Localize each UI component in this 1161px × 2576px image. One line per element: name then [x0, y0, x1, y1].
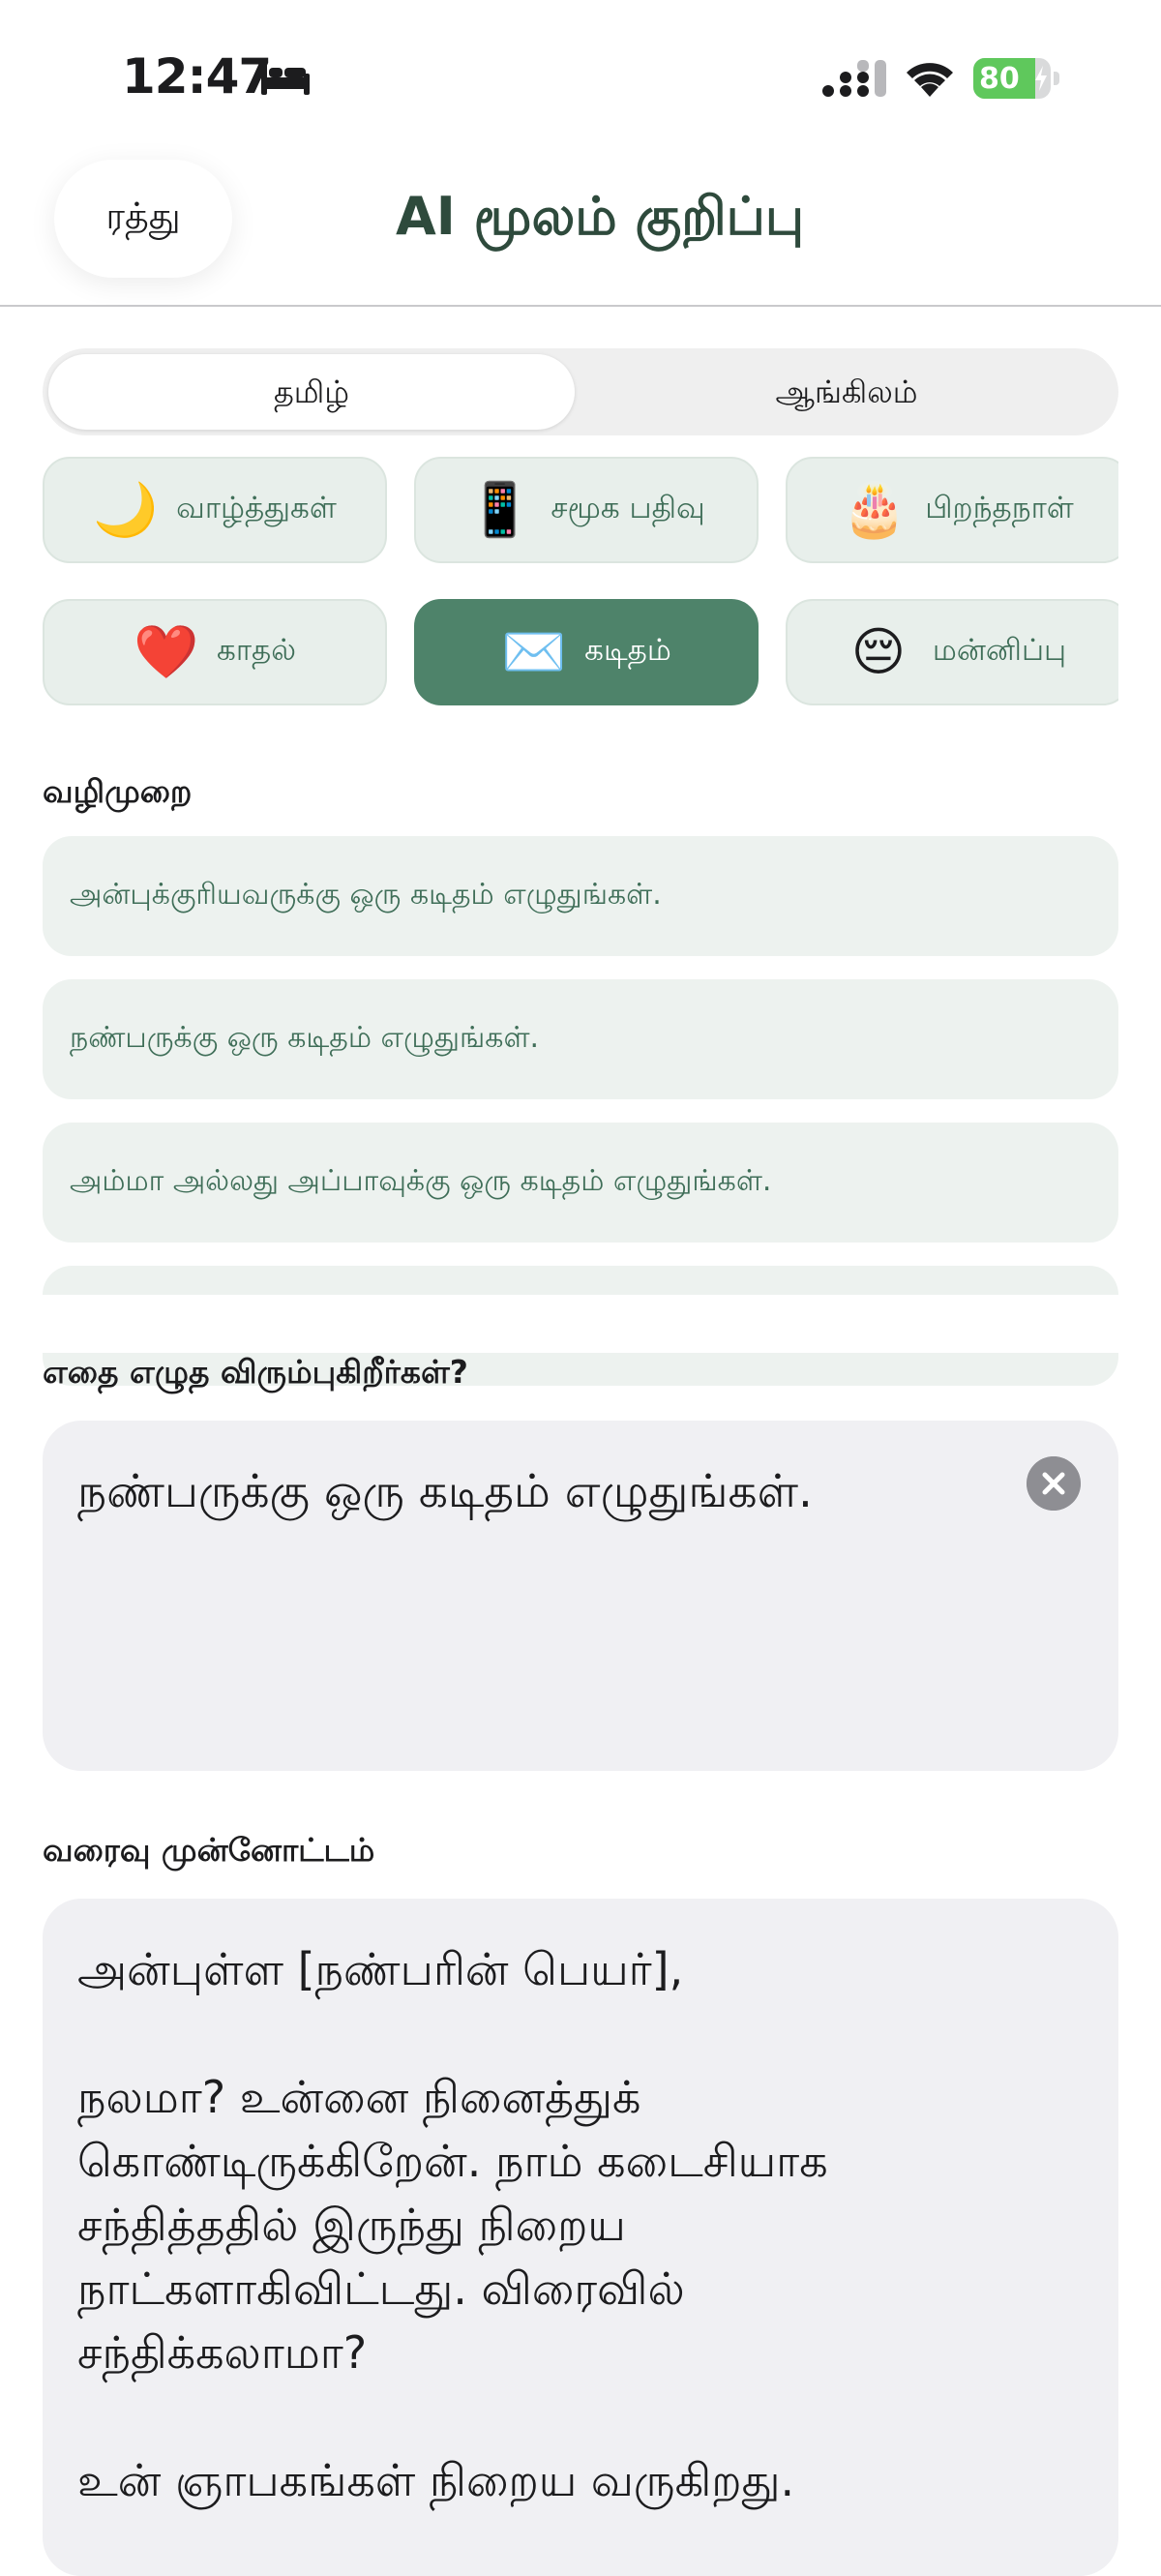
chip-label: காதல்: [217, 633, 296, 668]
preview-greeting: அன்புள்ள [நண்பரின் பெயர்],: [77, 1943, 684, 1995]
suggestion-item[interactable]: அன்புக்குரியவருக்கு ஒரு கடிதம் எழுதுங்கள…: [43, 836, 1118, 956]
draft-preview: அன்புள்ள [நண்பரின் பெயர்], நலமா? உன்னை ந…: [43, 1899, 1118, 2576]
chip-love[interactable]: ❤️ காதல்: [43, 599, 387, 705]
heart-icon: ❤️: [134, 621, 199, 682]
language-segmented-control: தமிழ் ஆங்கிலம்: [43, 348, 1118, 435]
bed-icon: [261, 62, 310, 95]
signal-icon: [822, 60, 886, 97]
preview-heading: வரைவு முன்னோட்டம்: [43, 1831, 375, 1869]
page-title: AI மூலம் குறிப்பு: [395, 186, 805, 247]
guide-heading: வழிமுறை: [43, 772, 193, 810]
battery-level: 80: [979, 62, 1020, 96]
scroll-clip: [0, 1295, 1161, 1353]
category-chips: 🌙 வாழ்த்துகள் 📱 சமூக பதிவு 🎂 பிறந்தநாள் …: [43, 457, 1118, 710]
pensive-face-icon: 😔: [850, 621, 907, 682]
preview-line: சந்திக்கலாமா?: [77, 2326, 368, 2379]
chip-social-post[interactable]: 📱 சமூக பதிவு: [414, 457, 759, 563]
preview-line: உன் ஞாபகங்கள் நிறைய வருகிறது.: [77, 2454, 795, 2506]
preview-line: நாட்களாகிவிட்டது. விரைவில்: [77, 2262, 685, 2315]
chip-label: சமூக பதிவு: [551, 491, 705, 525]
prompt-heading: எதை எழுத விரும்புகிறீர்கள்?: [43, 1353, 468, 1391]
charging-bolt-icon: [1035, 66, 1047, 91]
status-time: 12:47: [122, 48, 272, 105]
suggestion-item[interactable]: நண்பருக்கு ஒரு கடிதம் எழுதுங்கள்.: [43, 979, 1118, 1099]
tab-tamil[interactable]: தமிழ்: [48, 348, 575, 435]
chip-label: பிறந்தநாள்: [925, 491, 1074, 525]
tab-english[interactable]: ஆங்கிலம்: [580, 348, 1113, 435]
preview-line: கொண்டிருக்கிறேன். நாம் கடைசியாக: [77, 2135, 828, 2187]
suggestion-item[interactable]: அம்மா அல்லது அப்பாவுக்கு ஒரு கடிதம் எழுத…: [43, 1123, 1118, 1243]
nav-header: ரத்து AI மூலம் குறிப்பு: [0, 145, 1161, 307]
prompt-text-area[interactable]: நண்பருக்கு ஒரு கடிதம் எழுதுங்கள்.: [43, 1421, 1118, 1771]
chip-birthday[interactable]: 🎂 பிறந்தநாள்: [786, 457, 1118, 563]
cake-icon: 🎂: [842, 479, 908, 540]
chip-apology[interactable]: 😔 மன்னிப்பு: [786, 599, 1118, 705]
battery-icon: 80: [973, 58, 1060, 99]
chip-label: மன்னிப்பு: [932, 633, 1067, 668]
chip-label: வாழ்த்துகள்: [176, 491, 337, 525]
envelope-icon: ✉️: [501, 621, 567, 682]
moon-icon: 🌙: [93, 479, 159, 540]
clear-text-icon[interactable]: [1027, 1456, 1081, 1511]
chip-label: கடிதம்: [584, 633, 671, 668]
chip-letter[interactable]: ✉️ கடிதம்: [414, 599, 759, 705]
status-bar: 12:47 80: [0, 0, 1161, 145]
chip-greetings[interactable]: 🌙 வாழ்த்துகள்: [43, 457, 387, 563]
wifi-icon: [907, 63, 953, 97]
phone-icon: 📱: [467, 479, 533, 540]
preview-line: சந்தித்ததில் இருந்து நிறைய: [77, 2199, 626, 2251]
preview-line: நலமா? உன்னை நினைத்துக்: [77, 2071, 641, 2123]
